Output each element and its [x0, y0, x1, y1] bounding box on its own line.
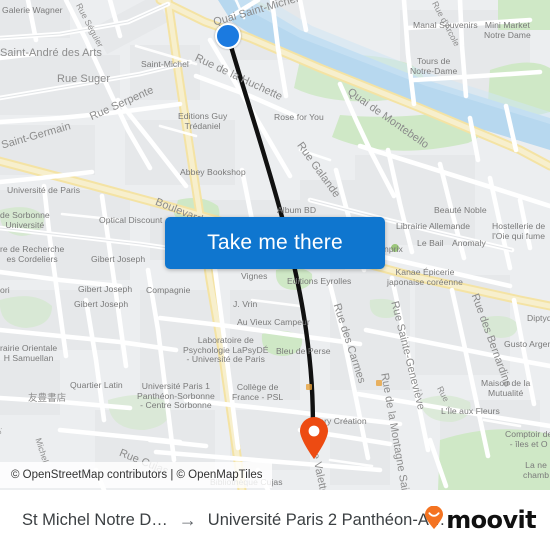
map-canvas[interactable]: Galerie Wagner Rue Séguier Saint-André des… [0, 0, 550, 490]
route-arrow-icon: → [178, 510, 197, 530]
moovit-pin-smile-icon [423, 505, 445, 535]
destination-pin-marker[interactable] [298, 416, 330, 460]
footer-bar: St Michel Notre D… → Université Paris 2 … [0, 490, 550, 550]
take-me-there-button[interactable]: Take me there [165, 217, 385, 269]
route-destination-label: Université Paris 2 Panthéon-A… [207, 510, 446, 529]
moovit-map-widget: Galerie Wagner Rue Séguier Saint-André des… [0, 0, 550, 550]
attribution-text[interactable]: © OpenStreetMap contributors | © OpenMap… [11, 469, 263, 481]
map-attribution: © OpenStreetMap contributors | © OpenMap… [0, 462, 272, 488]
take-me-there-label: Take me there [207, 231, 343, 254]
route-origin-label: St Michel Notre D… [22, 510, 168, 529]
start-location-marker[interactable] [215, 23, 241, 49]
route-summary: St Michel Notre D… → Université Paris 2 … [22, 510, 445, 530]
moovit-wordmark: moovit [446, 506, 536, 534]
moovit-logo[interactable]: moovit [423, 505, 537, 535]
